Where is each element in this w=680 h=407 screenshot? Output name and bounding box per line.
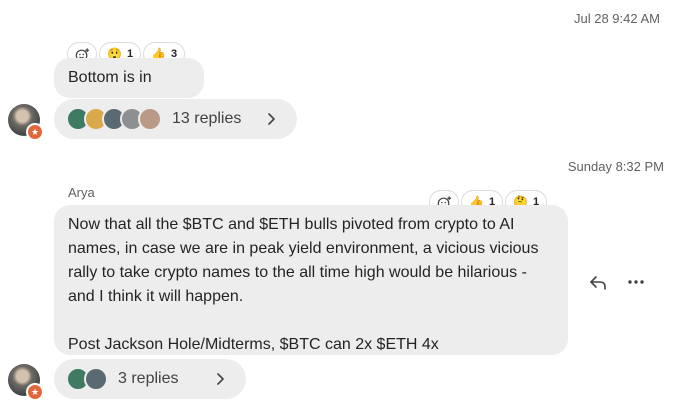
star-badge-icon: ★ (26, 383, 44, 401)
chevron-right-icon (268, 113, 275, 125)
message-bubble[interactable]: Bottom is in (54, 58, 204, 98)
star-badge-icon: ★ (26, 123, 44, 141)
reply-avatars (66, 367, 108, 391)
message-text: Bottom is in (68, 69, 152, 86)
message-line: Now that all the $BTC and $ETH bulls piv… (68, 216, 515, 233)
message-line: Post Jackson Hole/Midterms, $BTC can 2x … (68, 336, 439, 353)
reply-count: 13 replies (172, 110, 242, 127)
thread-replies-button[interactable]: 13 replies (54, 99, 297, 139)
message-line: and I think it will happen. (68, 288, 244, 305)
message-bubble[interactable]: Now that all the $BTC and $ETH bulls piv… (54, 205, 568, 355)
sender-name: Arya (68, 185, 95, 200)
reply-avatar (84, 367, 108, 391)
chevron-right-icon (217, 373, 224, 385)
message-timestamp: Jul 28 9:42 AM (574, 11, 660, 26)
more-options-icon[interactable] (626, 272, 646, 292)
reply-count: 3 replies (118, 370, 179, 387)
reply-avatar (138, 107, 162, 131)
message-line: names, in case we are in peak yield envi… (68, 240, 539, 257)
reply-avatars (66, 107, 162, 131)
thread-replies-button[interactable]: 3 replies (54, 359, 246, 399)
reply-arrow-icon[interactable] (588, 272, 608, 292)
message-line: rally to take crypto names to the all ti… (68, 264, 527, 281)
message-timestamp: Sunday 8:32 PM (567, 159, 664, 174)
